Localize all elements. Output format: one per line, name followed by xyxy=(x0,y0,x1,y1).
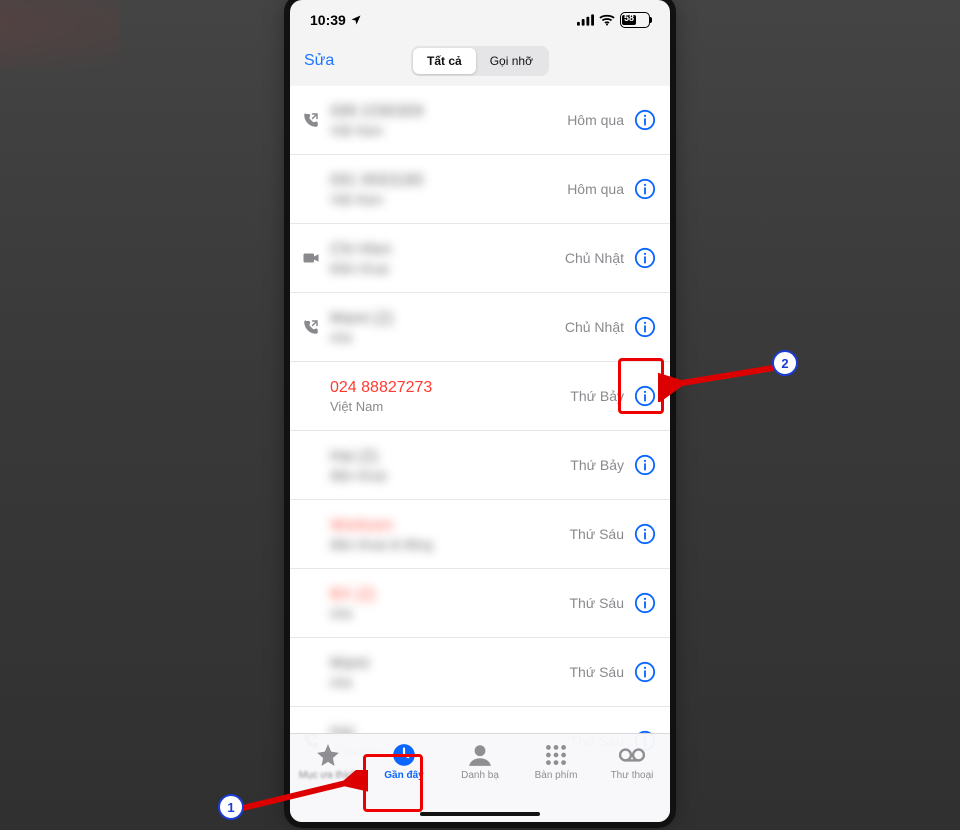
call-date: Thứ Sáu xyxy=(569,526,624,542)
info-button[interactable] xyxy=(634,523,656,545)
call-row[interactable]: 024 88827273 Việt NamThứ Bảy xyxy=(290,362,670,431)
call-date: Thứ Sáu xyxy=(569,664,624,680)
caller-sub: nhà xyxy=(330,675,569,691)
caller-name: 098 2290309 xyxy=(330,102,567,121)
caller-name: BX (2) xyxy=(330,585,569,604)
tab-label: Bàn phím xyxy=(535,770,578,781)
voicemail-icon xyxy=(619,742,645,768)
info-button[interactable] xyxy=(634,247,656,269)
call-date: Thứ Sáu xyxy=(569,595,624,611)
call-text: 098 2290309 Việt Nam xyxy=(330,102,567,139)
call-row[interactable]: Hai (2) điện thoạiThứ Bảy xyxy=(290,431,670,500)
wifi-icon xyxy=(599,14,615,26)
battery-icon: 58 xyxy=(620,12,650,28)
call-date: Hôm qua xyxy=(567,181,624,197)
call-text: Workzen điện thoại di động xyxy=(330,516,569,553)
info-button[interactable] xyxy=(634,661,656,683)
info-button[interactable] xyxy=(634,178,656,200)
home-indicator[interactable] xyxy=(420,812,540,816)
call-date: Chủ Nhật xyxy=(565,319,624,335)
call-text: BX (2) nhà xyxy=(330,585,569,622)
call-text: Hai (2) điện thoại xyxy=(330,447,570,484)
caller-sub: Điện thoại xyxy=(330,261,565,277)
status-time: 10:39 xyxy=(310,12,362,28)
edit-button[interactable]: Sửa xyxy=(304,52,334,70)
caller-name: Mami (2) xyxy=(330,309,565,328)
segment-all[interactable]: Tất cả xyxy=(413,48,476,74)
tab-keypad[interactable]: Bàn phím xyxy=(520,742,592,822)
star-icon xyxy=(315,742,341,768)
caller-name: Mami xyxy=(330,654,569,673)
call-date: Chủ Nhật xyxy=(565,250,624,266)
recents-list[interactable]: 098 2290309Việt NamHôm qua091 9563180Việ… xyxy=(290,86,670,776)
info-button[interactable] xyxy=(634,454,656,476)
tab-recents[interactable]: Gần đây xyxy=(368,742,440,822)
battery-text: 58 xyxy=(624,13,634,23)
call-row[interactable]: 091 9563180 Việt NamHôm qua xyxy=(290,155,670,224)
status-right: 58 xyxy=(577,12,650,28)
call-row[interactable]: Workzen điện thoại di độngThứ Sáu xyxy=(290,500,670,569)
video-call-icon xyxy=(302,249,320,267)
tab-contacts[interactable]: Danh bạ xyxy=(444,742,516,822)
location-icon xyxy=(350,14,362,26)
keypad-icon xyxy=(543,742,569,768)
caller-sub: Việt Nam xyxy=(330,123,567,139)
caller-sub: nhà xyxy=(330,606,569,622)
time-text: 10:39 xyxy=(310,12,346,28)
caller-sub: Việt Nam xyxy=(330,192,567,208)
call-date: Hôm qua xyxy=(567,112,624,128)
caller-sub: điện thoại xyxy=(330,468,570,484)
info-button[interactable] xyxy=(634,316,656,338)
caller-name: 091 9563180 xyxy=(330,171,567,190)
call-row[interactable]: Mami (2) nhàChủ Nhật xyxy=(290,293,670,362)
tab-label: Gần đây xyxy=(384,770,423,781)
call-text: Mami (2) nhà xyxy=(330,309,565,346)
call-text: 091 9563180 Việt Nam xyxy=(330,171,567,208)
caller-name: Workzen xyxy=(330,516,569,535)
call-text: Chi Hien Điện thoại xyxy=(330,240,565,277)
caller-sub: điện thoại di động xyxy=(330,537,569,553)
tutorial-stage: 10:39 58 Sửa Tất cả Gọi nhỡ 098 229 xyxy=(0,0,960,830)
call-row[interactable]: Chi Hien Điện thoạiChủ Nhật xyxy=(290,224,670,293)
filter-segment[interactable]: Tất cả Gọi nhỡ xyxy=(411,46,549,76)
person-icon xyxy=(467,742,493,768)
call-row[interactable]: BX (2) nhàThứ Sáu xyxy=(290,569,670,638)
call-text: Mami nhà xyxy=(330,654,569,691)
call-date: Thứ Bảy xyxy=(570,457,624,473)
call-date: Thứ Bảy xyxy=(570,388,624,404)
caller-name: Hai (2) xyxy=(330,447,570,466)
step-badge-2: 2 xyxy=(772,350,798,376)
call-row[interactable]: 098 2290309 Việt NamHôm qua xyxy=(290,86,670,155)
step-badge-1: 1 xyxy=(218,794,244,820)
caller-sub: nhà xyxy=(330,330,565,346)
tab-label: Thư thoại xyxy=(611,770,654,781)
cellular-icon xyxy=(577,14,594,26)
tab-voicemail[interactable]: Thư thoại xyxy=(596,742,668,822)
status-bar: 10:39 58 xyxy=(290,0,670,40)
arrow-2 xyxy=(658,352,778,402)
phone-frame: 10:39 58 Sửa Tất cả Gọi nhỡ 098 229 xyxy=(290,0,670,822)
caller-sub: Việt Nam xyxy=(330,399,570,415)
outgoing-call-icon xyxy=(302,318,320,336)
caller-name: Chi Hien xyxy=(330,240,565,259)
tab-bar: Mục ưa thích Gần đây Danh bạ Bàn phím Th… xyxy=(290,733,670,822)
outgoing-call-icon xyxy=(302,111,320,129)
info-button[interactable] xyxy=(634,385,656,407)
info-button[interactable] xyxy=(634,592,656,614)
call-text: 024 88827273 Việt Nam xyxy=(330,378,570,415)
tab-label: Danh bạ xyxy=(461,770,499,781)
tab-label: Mục ưa thích xyxy=(299,770,357,781)
navbar: Sửa Tất cả Gọi nhỡ xyxy=(290,40,670,86)
segment-missed[interactable]: Gọi nhỡ xyxy=(476,48,547,74)
info-button[interactable] xyxy=(634,109,656,131)
caller-name: 024 88827273 xyxy=(330,378,570,397)
clock-icon xyxy=(391,742,417,768)
call-row[interactable]: Mami nhàThứ Sáu xyxy=(290,638,670,707)
tab-favorites[interactable]: Mục ưa thích xyxy=(292,742,364,822)
